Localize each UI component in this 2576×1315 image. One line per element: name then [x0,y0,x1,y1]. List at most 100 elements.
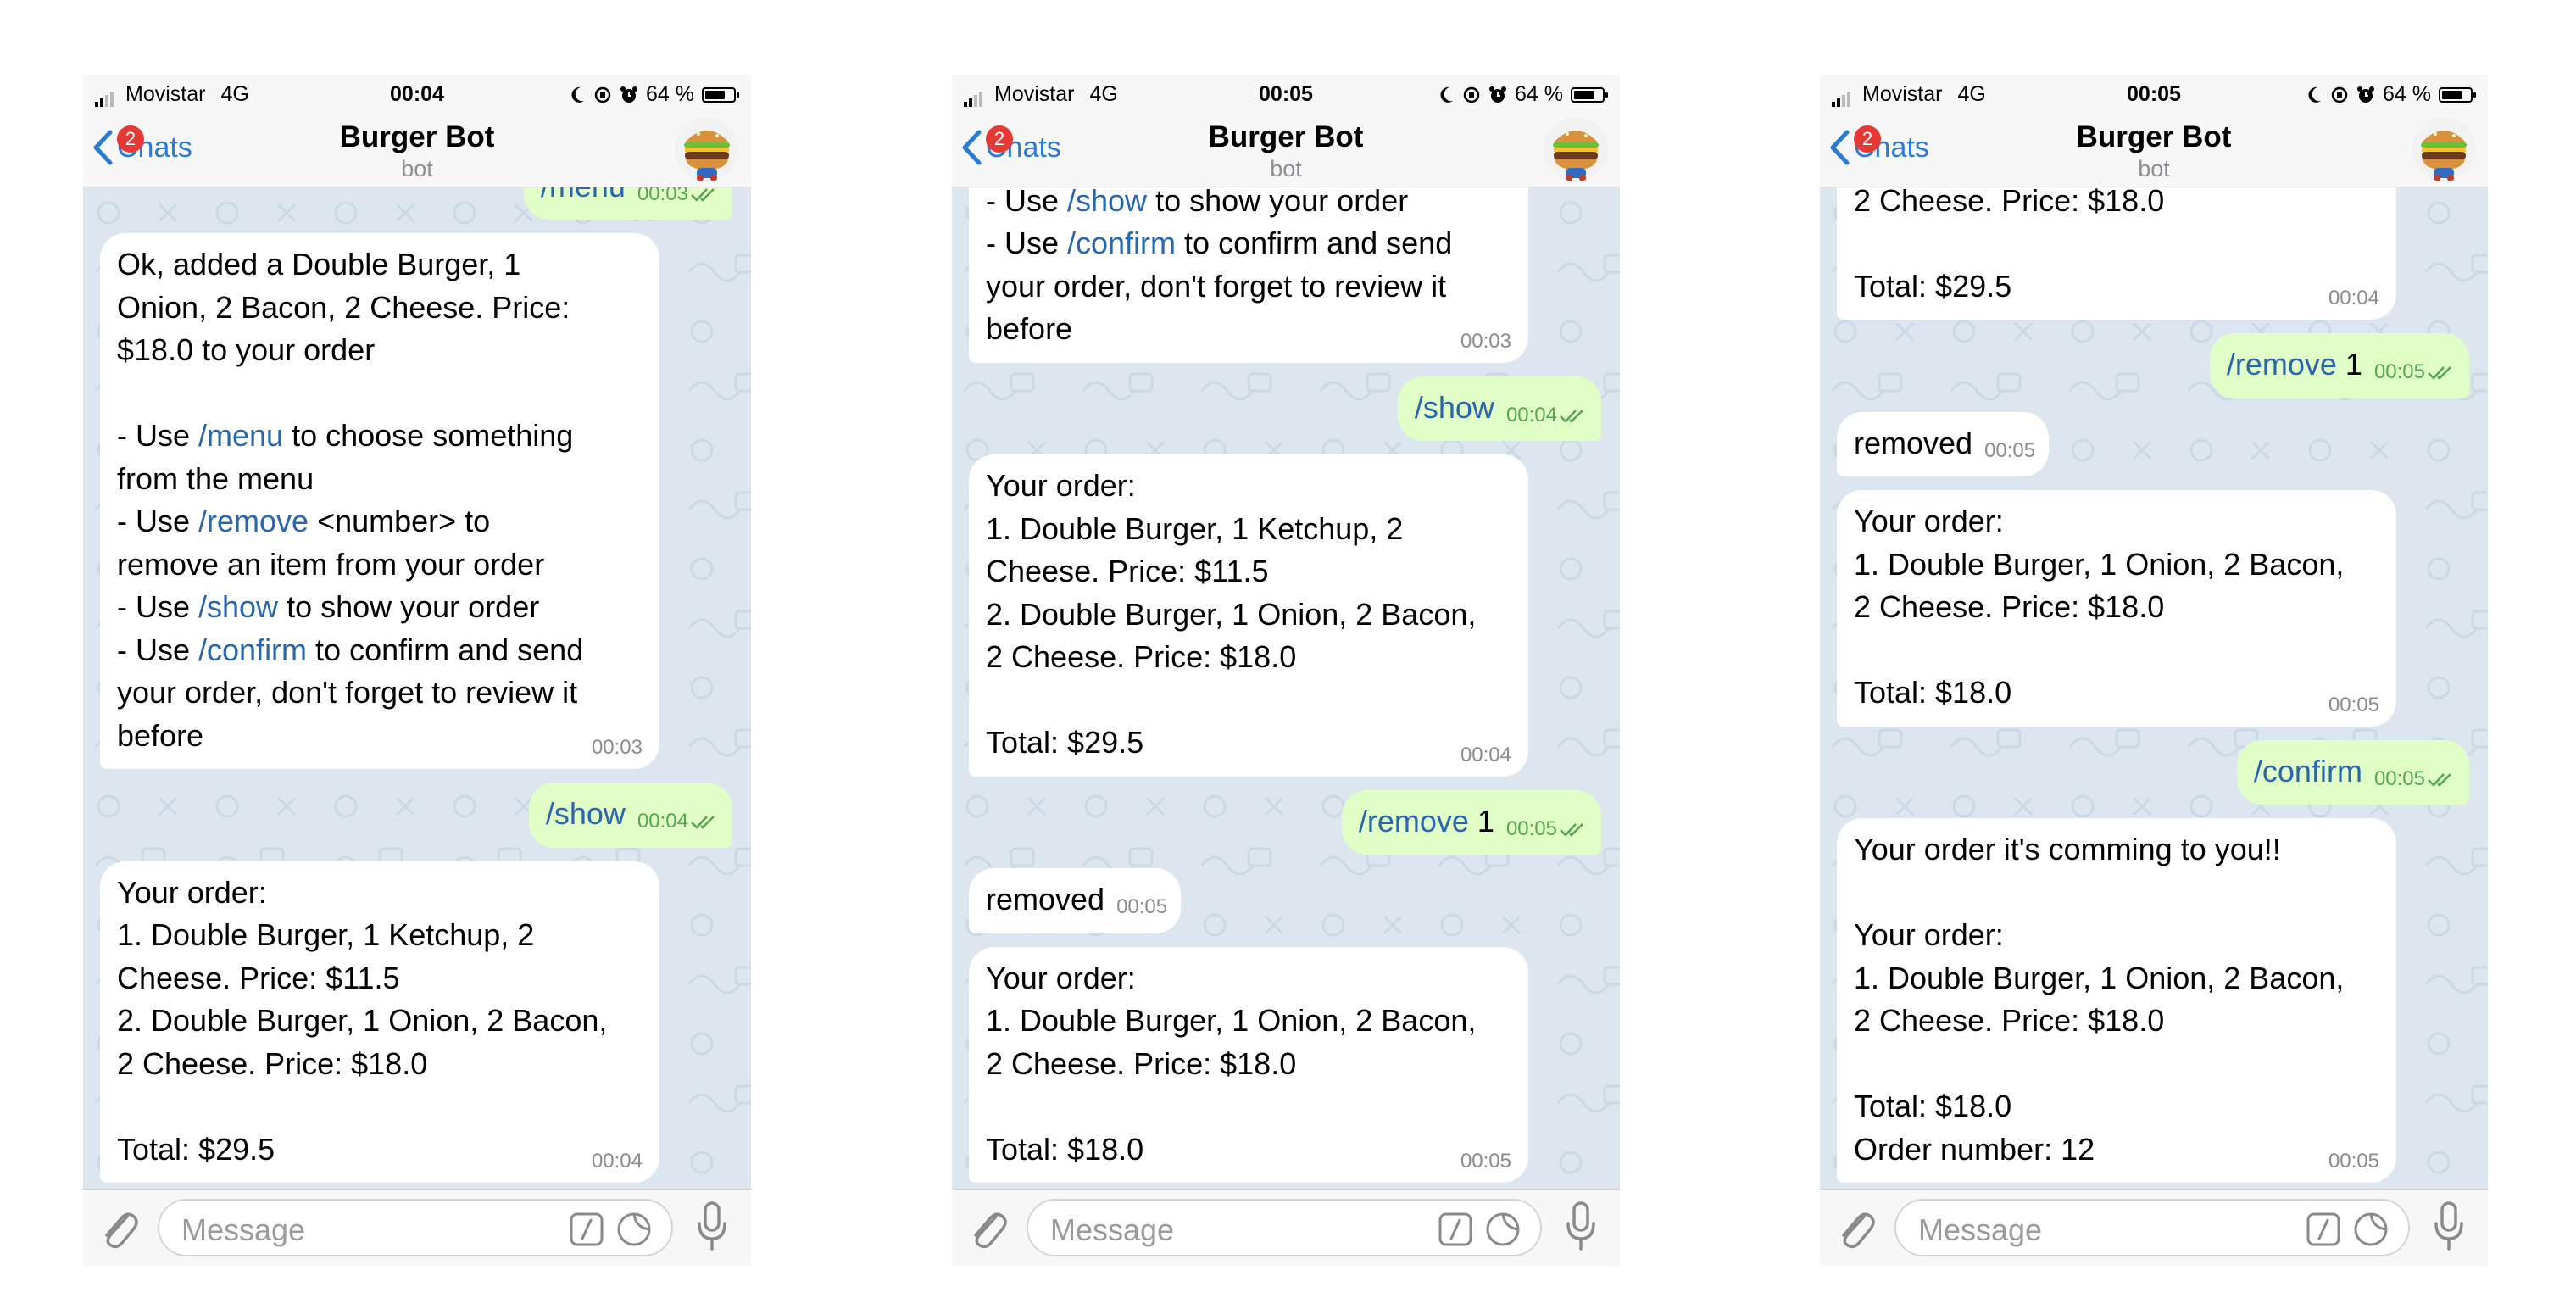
outgoing-message[interactable]: /confirm 00:05 [2236,739,2469,805]
message-text: <number> to [309,504,491,538]
message-timestamp: 00:04 [637,811,719,833]
bot-commands-icon[interactable] [1438,1212,1472,1246]
chat-area[interactable]: /menu 00:03 Ok, added a Double Burger, 1 On… [83,187,751,1190]
bot-command-link[interactable]: /show [198,589,278,624]
chat-area[interactable]: 2. Double Burger, 1 Onion, 2 Bacon,2 Che… [1820,187,2488,1190]
attach-icon[interactable] [97,1205,139,1252]
bot-avatar[interactable] [675,117,739,181]
message-timestamp: 00:05 [2374,767,2456,790]
bot-command-link[interactable]: /confirm [2254,754,2362,788]
incoming-message[interactable]: Your order: 1. Double Burger, 1 Ketchup, … [100,861,659,1183]
incoming-message[interactable]: 2. Double Burger, 1 Onion, 2 Bacon,2 Che… [1837,187,2396,320]
message-line: Your order: [1854,914,2367,957]
incoming-message[interactable]: Your order: 1. Double Burger, 1 Onion, 2 … [969,946,1528,1183]
message-line: Cheese. Price: $11.5 [986,550,1499,593]
attach-icon[interactable] [965,1205,1008,1252]
message-text: - Use [117,589,199,624]
incoming-message[interactable]: removed 00:05 [969,868,1182,933]
message-line: 1. Double Burger, 1 Ketchup, 2 [986,508,1499,551]
incoming-message[interactable]: Your order it's comming to you!! Your ord… [1837,818,2396,1183]
message-text: 1 [1468,803,1494,839]
chat-subtitle: bot [1270,156,1302,181]
timestamp-text: 00:05 [1116,895,1168,918]
message-timestamp: 00:04 [1506,404,1588,426]
message-line: 2. Double Burger, 1 Onion, 2 Bacon, [117,1000,631,1043]
bot-command-link[interactable]: /show [546,796,626,831]
timestamp-text: 00:05 [1505,816,1557,840]
timestamp-text: 00:04 [637,810,688,833]
outgoing-message[interactable]: /show 00:04 [528,783,732,848]
bot-commands-icon[interactable] [570,1212,604,1246]
bot-command-link[interactable]: /remove [1359,804,1469,839]
message-line: 2 Cheese. Price: $18.0 [1854,1000,2367,1043]
battery-percent: 64 % [1515,82,1563,106]
message-input[interactable]: Message [1894,1199,2410,1256]
message-line: Onion, 2 Bacon, 2 Cheese. Price: [117,287,631,330]
bot-command-link[interactable]: /confirm [198,632,307,667]
message-text: Total: $29.5 [117,1131,275,1167]
message-line: 2 Cheese. Price: $18.0 [986,1043,1499,1086]
bot-command-link[interactable]: /menu [541,187,626,203]
attach-icon[interactable] [1833,1205,1876,1252]
bot-command-link[interactable]: /remove [198,504,309,538]
message-text: - Use [117,418,199,453]
read-checkmarks-icon [2428,772,2451,787]
outgoing-message[interactable]: /remove 1 00:05 [2209,333,2469,398]
microphone-icon[interactable] [2434,1201,2464,1252]
message-input[interactable]: Message [1027,1199,1542,1256]
message-timestamp: 00:04 [592,1151,643,1173]
incoming-message[interactable]: removed 00:05 [1837,411,2050,476]
incoming-message[interactable]: remove an item from your order- Use /sho… [969,187,1528,363]
sticker-icon[interactable] [2352,1211,2390,1248]
chat-title[interactable]: Burger Bot [952,120,1620,154]
chat-title[interactable]: Burger Bot [1820,120,2488,154]
outgoing-message[interactable]: /show 00:04 [1397,376,1601,441]
message-text: - Use [986,187,1068,218]
message-text: Your order: [986,960,1136,995]
bot-command-link[interactable]: /show [1067,187,1147,218]
message-line: before [117,715,631,758]
message-line: - Use /show to show your order [117,586,631,629]
orientation-lock-icon [1463,86,1480,103]
message-line: remove an item from your order [117,543,631,587]
sticker-icon[interactable] [1484,1211,1522,1248]
read-checkmarks-icon [691,187,715,202]
message-text: 1. Double Burger, 1 Ketchup, 2 [986,510,1404,546]
message-line: Ok, added a Double Burger, 1 [117,243,631,287]
incoming-message[interactable]: Your order: 1. Double Burger, 1 Onion, 2 … [1837,490,2396,727]
bot-avatar[interactable] [1544,117,1608,181]
status-bar: Movistar 4G 00:04 64 % [83,75,751,112]
message-text: to choose something [283,418,574,453]
chat-subtitle: bot [2138,156,2170,181]
chat-title[interactable]: Burger Bot [83,120,751,154]
outgoing-message[interactable]: /menu 00:03 [523,187,732,220]
message-placeholder: Message [1050,1212,1175,1247]
incoming-message[interactable]: Ok, added a Double Burger, 1 Onion, 2 Bac… [100,233,659,769]
message-line: 2 Cheese. Price: $18.0 [986,636,1499,679]
message-line: /remove 1 [2227,347,2362,382]
message-input[interactable]: Message [158,1199,673,1256]
bot-command-link[interactable]: /remove [2227,347,2337,382]
read-checkmarks-icon [691,816,715,829]
outgoing-message[interactable]: /remove 1 00:05 [1341,789,1601,855]
microphone-icon[interactable] [1566,1201,1596,1252]
message-line: Total: $18.0 [1854,1085,2367,1128]
bot-commands-icon[interactable] [2306,1212,2340,1246]
timestamp-text: 00:03 [1460,329,1511,353]
bot-command-link[interactable]: /menu [198,418,283,453]
message-line: your order, don't forget to review it [117,671,631,715]
bot-command-link[interactable]: /show [1415,390,1494,425]
chat-area[interactable]: remove an item from your order- Use /sho… [952,187,1620,1190]
message-line: Your order: [986,957,1499,1000]
input-bar: Message [952,1189,1620,1266]
incoming-message[interactable]: Your order: 1. Double Burger, 1 Ketchup, … [969,454,1528,777]
message-text: before [117,717,204,753]
chat-subtitle: bot [401,156,433,181]
bot-command-link[interactable]: /confirm [1067,226,1176,260]
bot-avatar[interactable] [2412,117,2476,181]
timestamp-text: 00:04 [591,1150,643,1173]
message-text: Cheese. Price: $11.5 [986,554,1269,588]
sticker-icon[interactable] [615,1211,653,1248]
microphone-icon[interactable] [697,1201,727,1252]
timestamp-text: 00:03 [591,736,643,759]
